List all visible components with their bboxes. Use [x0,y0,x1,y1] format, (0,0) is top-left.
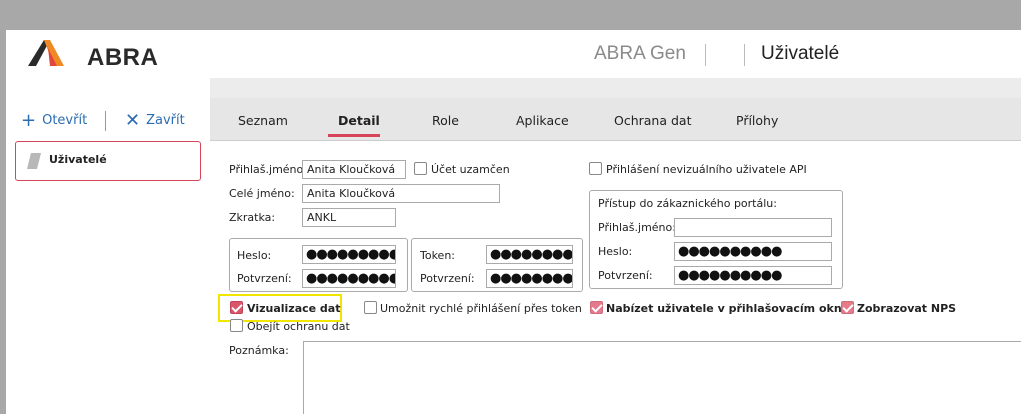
portal-title: Přístup do zákaznického portálu: [598,197,777,210]
card-label: Uživatelé [49,153,107,166]
note-textarea[interactable] [303,341,1021,414]
token-label: Token: [420,249,456,262]
quick-login-checkbox[interactable] [364,301,377,314]
quick-login-label: Umožnit rychlé přihlášení přes token [380,302,582,315]
offer-user-label: Nabízet uživatele v přihlašovacím okně [606,302,850,315]
vizualizace-checkbox[interactable] [230,301,243,314]
confirm-input[interactable]: ●●●●●●●●●● [302,269,396,288]
tab-detail[interactable]: Detail [338,113,380,128]
abbr-label: Zkratka: [229,211,276,224]
portal-password-input[interactable]: ●●●●●●●●●● [674,242,832,261]
confirm-label: Potvrzení: [237,272,292,285]
token-confirm-label: Potvrzení: [420,272,475,285]
active-tab-indicator [328,134,380,137]
nonvisual-checkbox[interactable] [589,162,602,175]
token-confirm-input[interactable]: ●●●●●●●●●● [486,269,573,288]
app-header: ABRA ABRA Gen Uživatelé [6,30,1021,78]
logo-text: ABRA [87,44,159,71]
portal-password-label: Heslo: [598,245,633,258]
document-icon [27,153,41,169]
login-label: Přihlaš.jméno: [229,163,307,176]
fullname-input[interactable] [302,184,500,203]
open-button-label: Otevřít [42,113,88,128]
bypass-checkbox[interactable] [230,319,243,332]
tab-aplikace[interactable]: Aplikace [516,113,569,128]
portal-confirm-input[interactable]: ●●●●●●●●●● [674,266,832,285]
offer-user-checkbox[interactable] [590,301,603,314]
left-pane: + Otevřít ✕ Zavřít Uživatelé [6,78,207,414]
abbr-input[interactable] [302,208,396,227]
bypass-label: Obejít ochranu dat [247,320,350,333]
window-top-bar [0,0,1021,30]
detail-form: Přihlaš.jméno: Účet uzamčen Celé jméno: … [210,140,1021,414]
nps-label: Zobrazovat NPS [857,302,957,315]
abra-logo: ABRA [24,36,164,72]
toolbar-divider [105,111,106,131]
locked-checkbox[interactable] [414,162,427,175]
open-document-card[interactable]: Uživatelé [15,141,201,181]
fullname-label: Celé jméno: [229,187,295,200]
token-input[interactable]: ●●●●●●●●●● [486,245,573,264]
app-name: ABRA Gen [594,43,686,64]
nps-checkbox[interactable] [841,301,854,314]
open-button[interactable]: + Otevřít [21,110,87,131]
header-divider [744,44,745,66]
page-title: Uživatelé [761,43,840,64]
password-label: Heslo: [237,249,272,262]
nonvisual-label: Přihlášení nevizuálního uživatele API [606,163,807,176]
close-icon: ✕ [125,110,141,131]
vizualizace-label: Vizualizace dat [247,302,341,315]
portal-confirm-label: Potvrzení: [598,269,653,282]
tab-bar: Seznam Detail Role Aplikace Ochrana dat … [210,98,1021,140]
tab-ochrana-dat[interactable]: Ochrana dat [614,113,691,128]
locked-label: Účet uzamčen [431,163,510,176]
password-input[interactable]: ●●●●●●●●●● [302,245,396,264]
tab-role[interactable]: Role [432,113,459,128]
portal-login-label: Přihlaš.jméno: [598,221,676,234]
close-button[interactable]: ✕ Zavřít [125,110,185,131]
abra-logo-icon [28,40,64,66]
tab-prilohy[interactable]: Přílohy [736,113,778,128]
tab-seznam[interactable]: Seznam [238,113,288,128]
portal-login-input[interactable] [674,218,832,237]
note-label: Poznámka: [229,344,289,357]
close-button-label: Zavřít [146,113,185,128]
login-input[interactable] [302,160,406,179]
header-divider [705,44,706,66]
plus-icon: + [21,110,37,131]
